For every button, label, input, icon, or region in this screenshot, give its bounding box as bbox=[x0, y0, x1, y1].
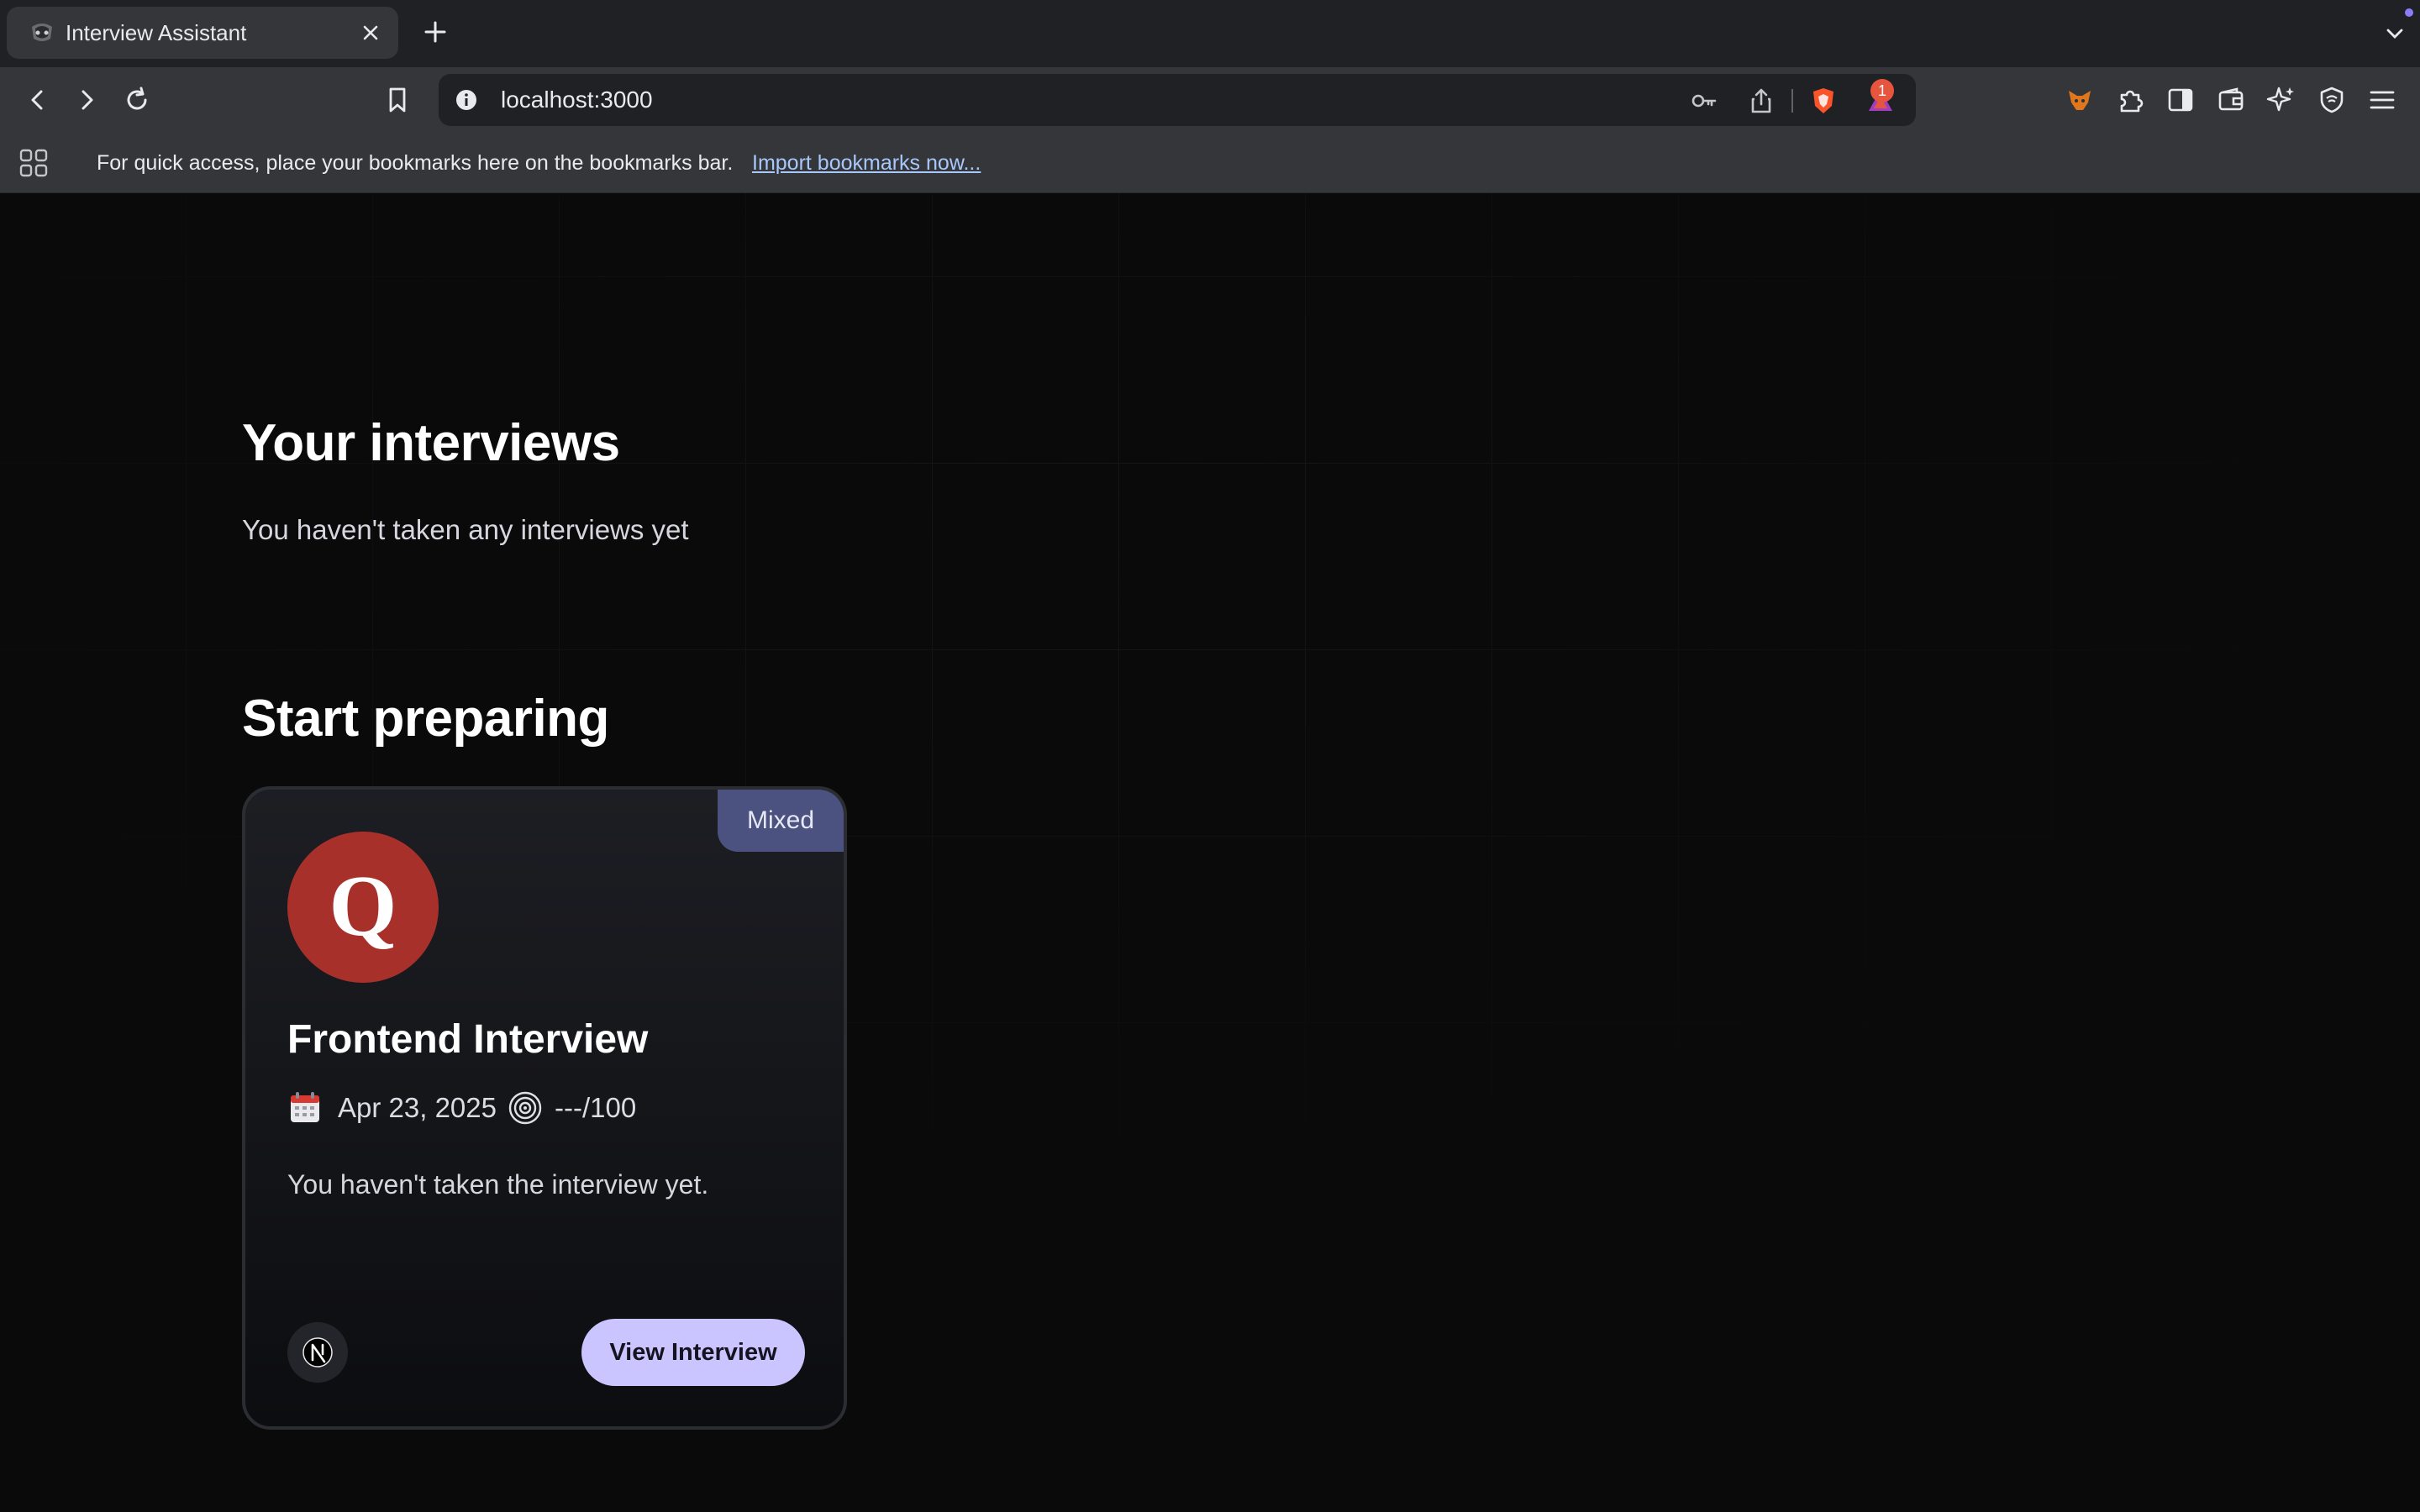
new-tab-icon[interactable] bbox=[420, 17, 450, 47]
tab-title: Interview Assistant bbox=[66, 20, 247, 45]
nextjs-icon bbox=[287, 1322, 348, 1383]
info-icon[interactable] bbox=[454, 87, 479, 113]
key-icon[interactable] bbox=[1689, 86, 1719, 116]
target-icon bbox=[508, 1091, 542, 1125]
apps-grid-icon[interactable] bbox=[18, 148, 49, 178]
back-button[interactable] bbox=[20, 82, 55, 118]
chevron-down-icon[interactable] bbox=[2383, 22, 2407, 45]
start-preparing-heading: Start preparing bbox=[242, 690, 609, 748]
interview-title: Frontend Interview bbox=[287, 1017, 649, 1062]
browser-tab[interactable]: Interview Assistant bbox=[7, 7, 398, 59]
interview-card: Mixed Q Frontend Interview Apr 23, 2025 bbox=[242, 786, 847, 1430]
interview-assistant-favicon-icon bbox=[32, 24, 52, 41]
interview-description: You haven't taken the interview yet. bbox=[287, 1169, 709, 1200]
bookmarks-bar: For quick access, place your bookmarks h… bbox=[0, 133, 2420, 193]
hamburger-menu-icon bbox=[2370, 91, 2395, 109]
extensions-button[interactable] bbox=[2112, 82, 2148, 118]
brave-shields-icon[interactable] bbox=[1808, 86, 1839, 116]
forward-button[interactable] bbox=[69, 82, 104, 118]
reload-icon bbox=[127, 87, 147, 110]
interview-type-badge: Mixed bbox=[718, 790, 844, 852]
no-interviews-text: You haven't taken any interviews yet bbox=[242, 514, 689, 545]
interview-meta: Apr 23, 2025 ---/100 bbox=[287, 1087, 808, 1129]
metamask-button[interactable] bbox=[2062, 82, 2097, 118]
interview-date: Apr 23, 2025 bbox=[338, 1092, 497, 1123]
import-bookmarks-link[interactable]: Import bookmarks now... bbox=[752, 133, 981, 193]
leo-ai-button[interactable] bbox=[2264, 82, 2299, 118]
tab-strip: Interview Assistant bbox=[0, 0, 2420, 67]
reload-button[interactable] bbox=[119, 82, 155, 118]
address-bar[interactable]: localhost:3000 bbox=[439, 74, 1916, 126]
bookmark-button[interactable] bbox=[380, 82, 415, 118]
logo-letter: Q bbox=[329, 858, 397, 954]
view-interview-button[interactable]: View Interview bbox=[581, 1319, 805, 1386]
bookmark-icon bbox=[389, 87, 406, 113]
browser-toolbar: localhost:3000 1 bbox=[0, 67, 2420, 133]
sparkle-icon bbox=[2266, 87, 2294, 112]
profile-indicator bbox=[2405, 8, 2413, 17]
shield-icon bbox=[2320, 87, 2344, 113]
bookmarks-bar-hint: For quick access, place your bookmarks h… bbox=[97, 151, 734, 175]
notification-badge: 1 bbox=[1870, 79, 1894, 102]
interview-score: ---/100 bbox=[555, 1092, 637, 1123]
back-arrow-icon bbox=[31, 90, 43, 110]
wallet-button[interactable] bbox=[2213, 82, 2249, 118]
close-icon[interactable] bbox=[358, 20, 383, 45]
forward-arrow-icon bbox=[82, 90, 93, 110]
your-interviews-heading: Your interviews bbox=[242, 414, 620, 472]
sidebar-icon bbox=[2168, 88, 2193, 112]
vpn-button[interactable] bbox=[2314, 82, 2349, 118]
page-content: Your interviews You haven't taken any in… bbox=[0, 193, 2420, 1512]
url-text[interactable]: localhost:3000 bbox=[501, 74, 653, 126]
calendar-icon bbox=[291, 1092, 319, 1122]
share-icon[interactable] bbox=[1746, 86, 1776, 116]
menu-button[interactable] bbox=[2365, 82, 2400, 118]
puzzle-icon bbox=[2120, 90, 2144, 113]
quora-logo-icon: Q bbox=[287, 832, 439, 983]
wallet-icon bbox=[2218, 87, 2244, 111]
fox-icon bbox=[2069, 91, 2091, 110]
sidebar-toggle-button[interactable] bbox=[2163, 82, 2198, 118]
omnibox-divider bbox=[1791, 89, 1793, 113]
